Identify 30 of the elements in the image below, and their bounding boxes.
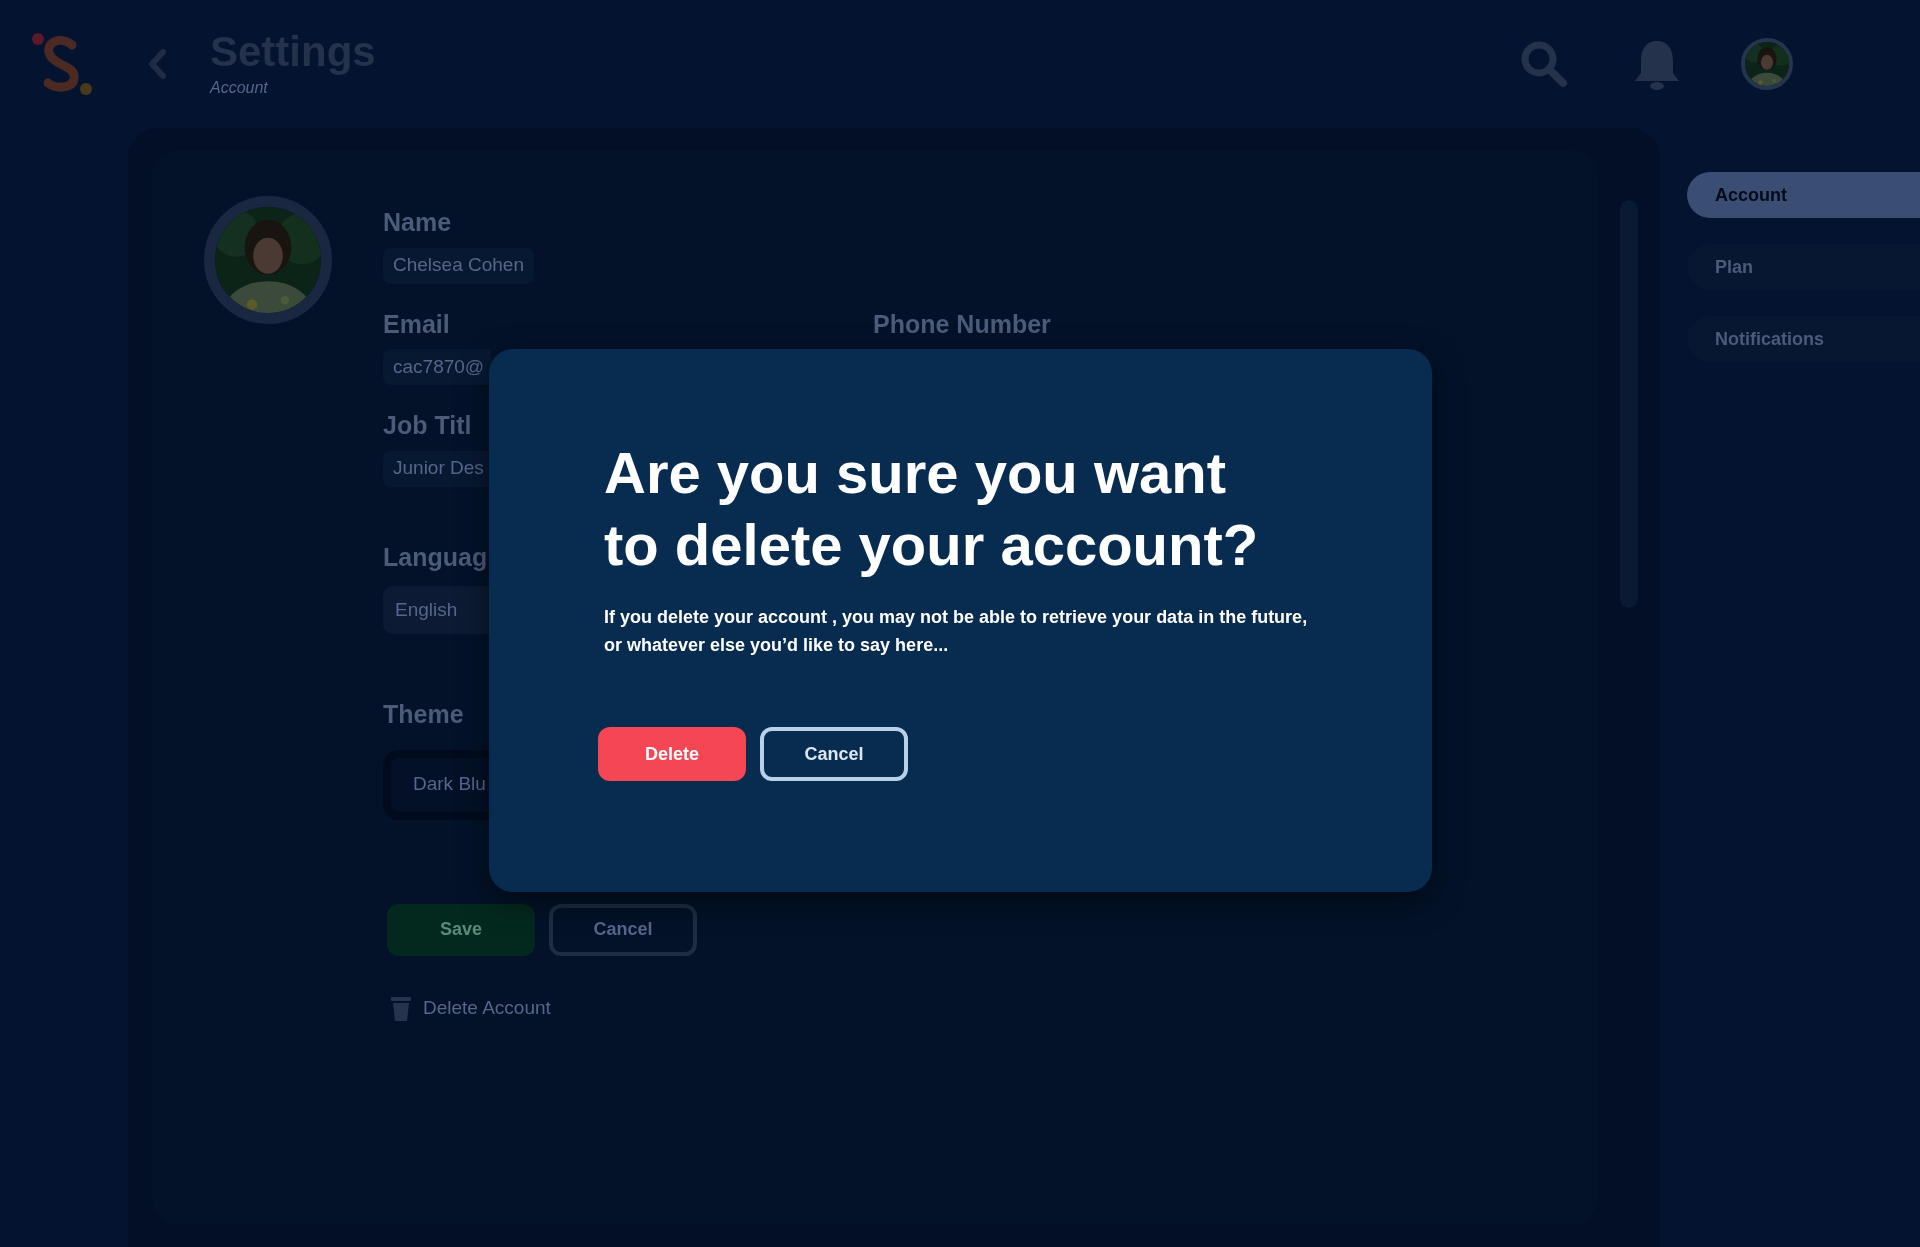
dialog-title: to delete your account?: [604, 511, 1260, 579]
user-avatar[interactable]: [1741, 38, 1793, 90]
field-label: Languag: [383, 541, 488, 573]
cancel-button[interactable]: Cancel: [549, 903, 697, 956]
field-label: Job Titl: [383, 410, 472, 441]
delete-account-link[interactable]: Delete Account: [391, 993, 1051, 1022]
field-label: Phone Number: [873, 308, 1051, 340]
nav-item[interactable]: Account: [1687, 172, 1920, 218]
cancel-button[interactable]: Cancel: [760, 727, 908, 781]
page-subtitle: Account: [210, 78, 269, 98]
input-field[interactable]: Dark Blu: [383, 749, 491, 820]
search-icon[interactable]: [1519, 39, 1569, 89]
dialog-message: If you delete your account , you may not be able to retrieve your data in the future, or whatever else you’d like to say here...: [604, 606, 1309, 657]
input-field[interactable]: Junior Des: [383, 450, 491, 487]
delete-account-label: Delete Account: [423, 995, 551, 1020]
profile-avatar[interactable]: [204, 196, 332, 324]
save-button[interactable]: Save: [387, 903, 535, 956]
input-field[interactable]: Chelsea Cohen: [383, 247, 534, 284]
field-label: Name: [383, 207, 452, 238]
input-field[interactable]: English: [383, 586, 491, 634]
logo-icon: [30, 31, 94, 97]
input-field[interactable]: cac7870@: [383, 349, 491, 385]
field-label: Theme: [383, 699, 464, 730]
trash-icon: [391, 994, 411, 1021]
field-label: Email: [383, 308, 450, 340]
dialog-title: Are you sure you want: [604, 439, 1228, 507]
back-chevron-icon[interactable]: [146, 48, 168, 80]
nav-item[interactable]: Plan: [1687, 244, 1920, 290]
nav-item[interactable]: Notifications: [1687, 316, 1920, 362]
delete-button[interactable]: Delete: [598, 727, 746, 781]
